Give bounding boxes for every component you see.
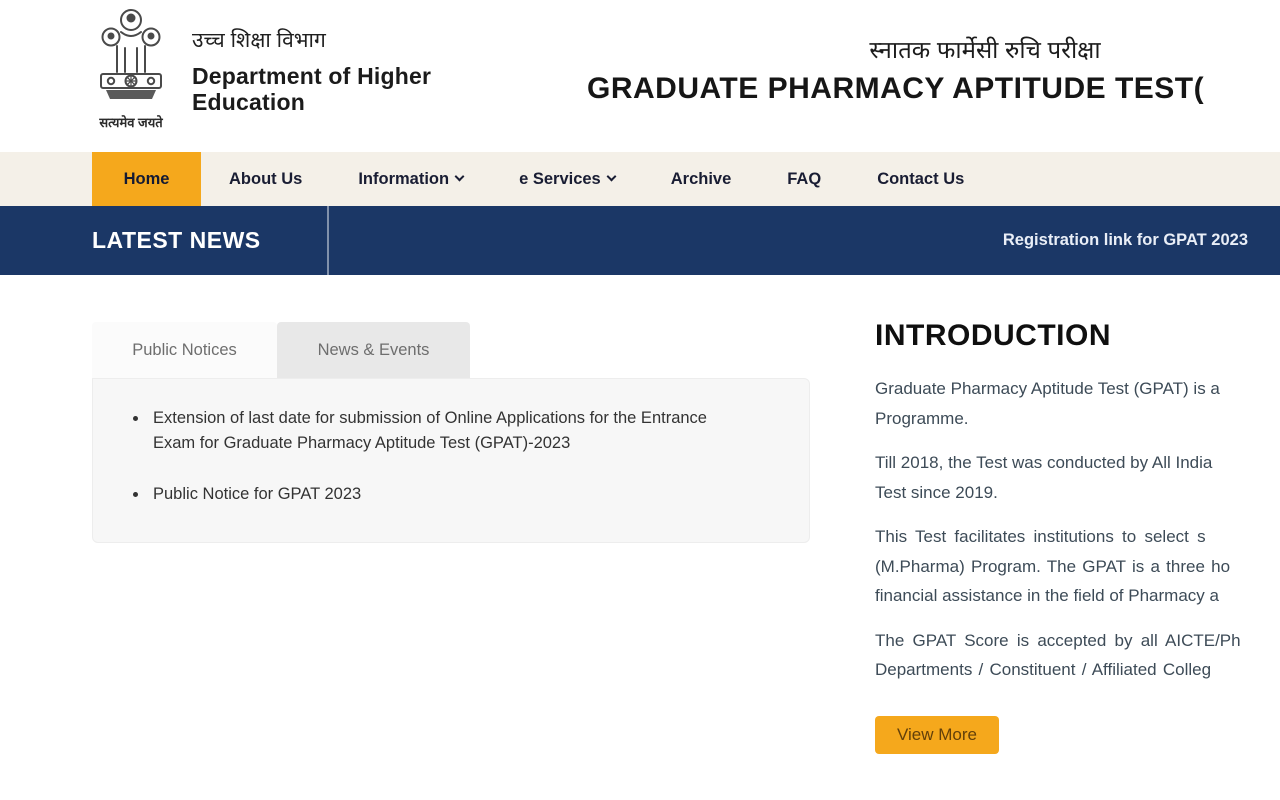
national-emblem-logo: सत्यमेव जयते xyxy=(92,6,170,131)
tab-public-notices[interactable]: Public Notices xyxy=(92,322,277,378)
intro-line: Programme. xyxy=(875,404,1280,434)
notices-list: Extension of last date for submission of… xyxy=(93,379,809,507)
intro-line: Test since 2019. xyxy=(875,478,1280,508)
intro-paragraph: The GPAT Score is accepted by all AICTE/… xyxy=(875,626,1280,685)
news-ticker-item[interactable]: Registration link for GPAT 2023 xyxy=(1003,206,1248,275)
nav-item-home[interactable]: Home xyxy=(92,152,201,206)
tab-news-events[interactable]: News & Events xyxy=(277,322,470,378)
intro-line: (M.Pharma) Program. The GPAT is a three … xyxy=(875,552,1280,582)
view-more-button[interactable]: View More xyxy=(875,716,999,754)
latest-news-label: LATEST NEWS xyxy=(92,206,261,275)
latest-news-bar: LATEST NEWS Registration link for GPAT 2… xyxy=(0,206,1280,275)
nav-item-label: e Services xyxy=(519,170,601,189)
nav-item-archive[interactable]: Archive xyxy=(643,152,760,206)
department-name-block: उच्च शिक्षा विभाग Department of Higher E… xyxy=(192,26,431,115)
ashoka-emblem-icon xyxy=(93,6,169,112)
nav-item-about-us[interactable]: About Us xyxy=(201,152,330,206)
introduction-section: INTRODUCTION Graduate Pharmacy Aptitude … xyxy=(875,319,1280,754)
intro-line: This Test facilitates institutions to se… xyxy=(875,522,1280,552)
main-content: Public Notices News & Events Extension o… xyxy=(0,275,1280,800)
nav-item-label: Information xyxy=(358,170,449,189)
intro-line: financial assistance in the field of Pha… xyxy=(875,581,1280,611)
nav-item-contact-us[interactable]: Contact Us xyxy=(849,152,992,206)
introduction-heading: INTRODUCTION xyxy=(875,319,1280,353)
site-title-hindi: स्नातक फार्मेसी रुचि परीक्षा xyxy=(869,33,1100,66)
site-header: सत्यमेव जयते उच्च शिक्षा विभाग Departmen… xyxy=(0,0,1280,152)
nav-item-faq[interactable]: FAQ xyxy=(759,152,849,206)
chevron-down-icon xyxy=(455,172,465,182)
intro-paragraph: Till 2018, the Test was conducted by All… xyxy=(875,448,1280,507)
nav-item-e-services[interactable]: e Services xyxy=(491,152,643,206)
main-nav: Home About Us Information e Services Arc… xyxy=(0,152,1280,206)
notices-tabs: Public Notices News & Events xyxy=(92,322,470,378)
site-title-english: GRADUATE PHARMACY APTITUDE TEST( xyxy=(587,72,1204,106)
intro-paragraph: Graduate Pharmacy Aptitude Test (GPAT) i… xyxy=(875,374,1280,433)
chevron-down-icon xyxy=(606,172,616,182)
intro-line: Departments / Constituent / Affiliated C… xyxy=(875,655,1280,685)
intro-line: Till 2018, the Test was conducted by All… xyxy=(875,448,1280,478)
news-divider xyxy=(327,206,329,275)
notices-panel: Extension of last date for submission of… xyxy=(92,378,810,543)
department-name-english-line1: Department of Higher xyxy=(192,63,431,89)
department-name-hindi: उच्च शिक्षा विभाग xyxy=(192,26,431,54)
intro-paragraph: This Test facilitates institutions to se… xyxy=(875,522,1280,611)
notice-item[interactable]: Extension of last date for submission of… xyxy=(149,406,749,455)
intro-line: The GPAT Score is accepted by all AICTE/… xyxy=(875,626,1280,656)
department-name-english-line2: Education xyxy=(192,89,431,115)
nav-item-information[interactable]: Information xyxy=(330,152,491,206)
notice-item[interactable]: Public Notice for GPAT 2023 xyxy=(149,482,749,507)
emblem-motto: सत्यमेव जयते xyxy=(92,113,170,131)
intro-line: Graduate Pharmacy Aptitude Test (GPAT) i… xyxy=(875,374,1280,404)
